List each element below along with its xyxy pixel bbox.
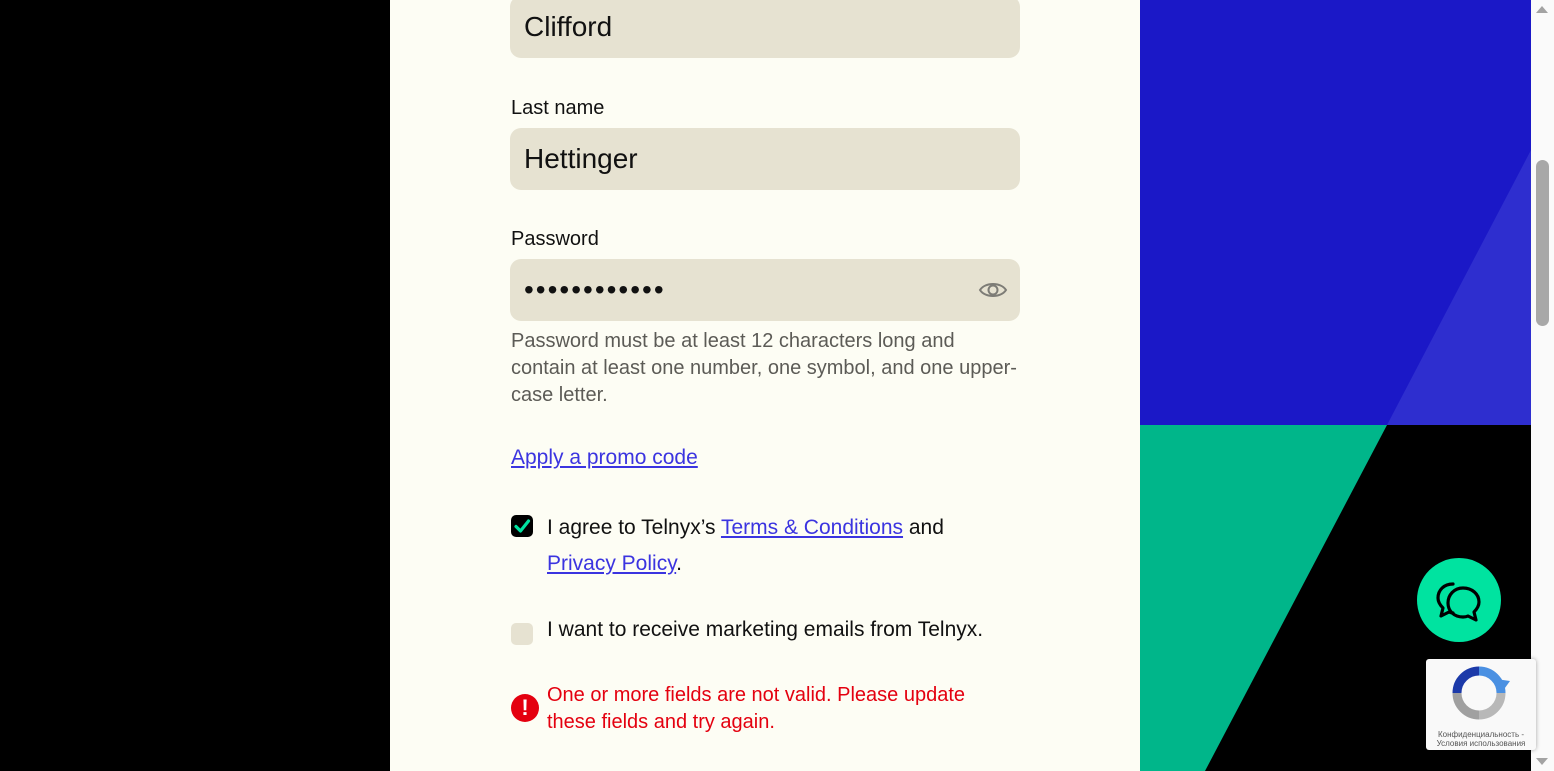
terms-suffix: . [676, 552, 682, 575]
recaptcha-logo-icon [1452, 666, 1510, 720]
password-label: Password [511, 228, 599, 250]
recaptcha-badge[interactable]: Конфиденциальность - Условия использован… [1426, 659, 1536, 750]
privacy-policy-link[interactable]: Privacy Policy [547, 552, 676, 575]
marketing-checkbox[interactable] [511, 623, 533, 645]
error-message: One or more fields are not valid. Please… [547, 684, 966, 733]
chat-button[interactable] [1417, 558, 1501, 642]
exclamation-icon: ! [511, 694, 539, 722]
scroll-up-icon[interactable] [1536, 6, 1548, 13]
password-field[interactable]: •••••••••••• [510, 259, 1020, 321]
terms-checkbox[interactable] [511, 515, 533, 537]
eye-icon[interactable] [978, 277, 1008, 303]
last-name-field[interactable]: Hettinger [510, 128, 1020, 190]
last-name-label: Last name [511, 97, 605, 119]
terms-middle: and [903, 516, 944, 539]
marketing-label: I want to receive marketing emails from … [547, 618, 984, 641]
scroll-down-icon[interactable] [1536, 758, 1548, 765]
recaptcha-privacy-terms[interactable]: Конфиденциальность - Условия использован… [1430, 730, 1532, 748]
geometric-art [1140, 0, 1531, 771]
password-help-text: Password must be at least 12 characters … [511, 330, 1017, 406]
first-name-value: Clifford [524, 11, 613, 42]
terms-link[interactable]: Terms & Conditions [721, 516, 903, 539]
decorative-art-panel [1140, 0, 1531, 771]
terms-prefix: I agree to Telnyx’s [547, 516, 721, 539]
promo-code-link[interactable]: Apply a promo code [511, 446, 698, 470]
scroll-thumb[interactable] [1536, 160, 1549, 326]
checkmark-icon [514, 519, 531, 533]
signup-form-panel: Clifford Last name Hettinger Password ••… [390, 0, 1140, 771]
chat-bubbles-icon [1436, 582, 1481, 622]
last-name-value: Hettinger [524, 143, 638, 174]
terms-text: I agree to Telnyx’s Terms & Conditions a… [547, 510, 1017, 582]
page-scrollbar[interactable] [1531, 0, 1554, 771]
left-background [0, 0, 390, 771]
first-name-field[interactable]: Clifford [510, 0, 1020, 58]
password-value: •••••••••••• [524, 274, 666, 305]
